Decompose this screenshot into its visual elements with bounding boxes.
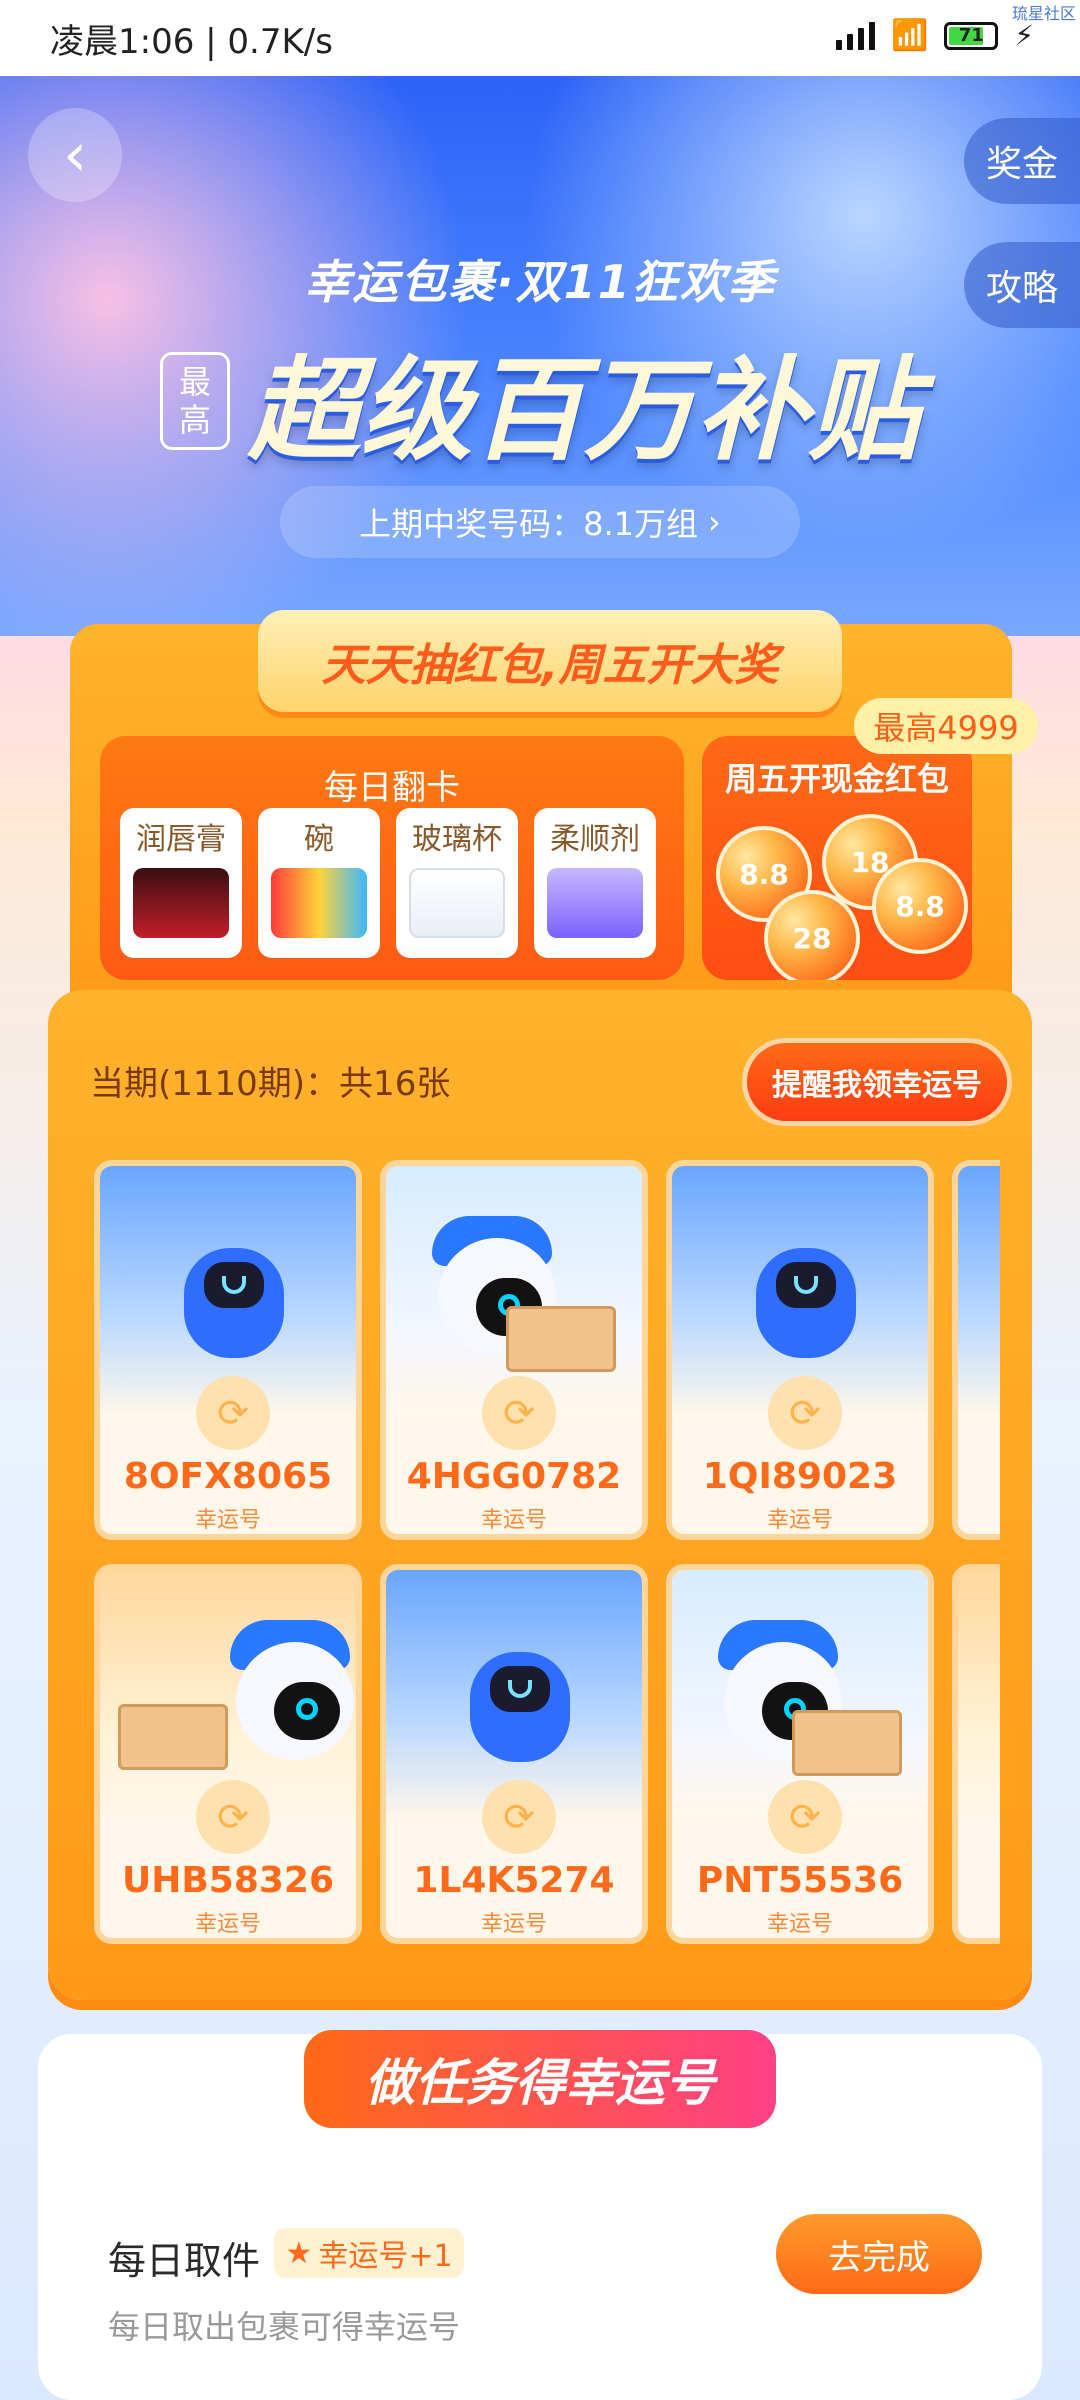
lucky-ticket[interactable]: ⟳ PNT55536 幸运号 — [666, 1564, 934, 1944]
last-period-pill[interactable]: 上期中奖号码：8.1万组 › — [280, 486, 800, 558]
max-badge: 最高4999 — [854, 698, 1038, 754]
remind-button-label: 提醒我领幸运号 — [772, 1068, 982, 1103]
last-period-text: 上期中奖号码：8.1万组 — [359, 505, 699, 543]
refresh-icon[interactable]: ⟳ — [482, 1376, 556, 1450]
battery-level: 71 — [958, 24, 984, 46]
task-reward-text: 幸运号+1 — [318, 2239, 453, 2274]
ticket-code: UHB58326 — [121, 1860, 335, 1901]
ticket-code: 1QI89023 — [702, 1456, 898, 1497]
daily-flip-card[interactable]: 每日翻卡 润唇膏 碗 玻璃杯 柔顺剂 — [100, 736, 684, 980]
promo-banner: 天天抽红包,周五开大奖 — [258, 610, 842, 712]
softener-bottle-image — [547, 868, 643, 938]
refresh-icon[interactable]: ⟳ — [196, 1376, 270, 1450]
lucky-ticket-peek[interactable] — [952, 1160, 1000, 1540]
signal-icon — [835, 21, 875, 50]
tab-bonus-label: 奖金 — [985, 144, 1058, 185]
package-box-icon — [118, 1704, 228, 1770]
ticket-code: 1L4K5274 — [413, 1860, 615, 1901]
friday-cash-card[interactable]: 周五开现金红包 8.8 18 28 8.8 — [702, 736, 972, 980]
lucky-ticket[interactable]: ⟳ UHB58326 幸运号 — [94, 1564, 362, 1944]
task-section-title: 做任务得幸运号 — [365, 2054, 715, 2112]
red-envelope-ball: 28 — [764, 890, 860, 980]
robot-blue-icon — [736, 1228, 876, 1368]
prize-card[interactable]: 玻璃杯 — [396, 808, 518, 958]
star-icon: ★ — [285, 2235, 313, 2271]
lucky-ticket[interactable]: ⟳ 4HGG0782 幸运号 — [380, 1160, 648, 1540]
ticket-label: 幸运号 — [766, 1912, 833, 1937]
red-envelope-ball: 8.8 — [872, 858, 968, 954]
package-box-icon — [506, 1306, 616, 1372]
glass-cup-image — [409, 868, 505, 938]
prize-label: 玻璃杯 — [412, 822, 502, 857]
refresh-icon[interactable]: ⟳ — [768, 1376, 842, 1450]
back-button[interactable]: ‹ — [28, 108, 122, 202]
hero-subtitle: 幸运包裹·双11狂欢季 — [304, 255, 776, 309]
hero-badge: 最 高 — [160, 352, 230, 450]
ticket-label: 幸运号 — [194, 1912, 261, 1937]
battery-icon: 71 — [944, 21, 999, 50]
ticket-label: 幸运号 — [480, 1912, 547, 1937]
chevron-right-icon: › — [708, 503, 721, 541]
lucky-ticket-peek[interactable] — [952, 1564, 1000, 1944]
ticket-label: 幸运号 — [766, 1508, 833, 1533]
ticket-art — [958, 1570, 1000, 1820]
promo-banner-title: 天天抽红包,周五开大奖 — [321, 640, 779, 691]
ticket-art — [958, 1166, 1000, 1416]
wifi-icon: 📶 — [890, 18, 929, 53]
chevron-left-icon: ‹ — [63, 120, 87, 190]
package-box-icon — [792, 1710, 902, 1776]
prize-card[interactable]: 柔顺剂 — [534, 808, 656, 958]
prize-card[interactable]: 润唇膏 — [120, 808, 242, 958]
friday-title: 周五开现金红包 — [724, 760, 949, 798]
task-section-banner: 做任务得幸运号 — [304, 2030, 776, 2128]
ball-value: 8.8 — [739, 857, 789, 891]
task-complete-button[interactable]: 去完成 — [776, 2214, 982, 2294]
ticket-label: 幸运号 — [194, 1508, 261, 1533]
hero-badge-line-1: 最 — [178, 363, 211, 401]
hero-title: 超级百万补贴 — [248, 346, 920, 476]
charging-icon: ⚡ — [1014, 19, 1034, 52]
status-time-speed: 凌晨1:06 | 0.7K/s — [50, 21, 333, 62]
daily-flip-title: 每日翻卡 — [324, 768, 460, 808]
refresh-icon[interactable]: ⟳ — [482, 1780, 556, 1854]
lucky-ticket[interactable]: ⟳ 8OFX8065 幸运号 — [94, 1160, 362, 1540]
ticket-code: 4HGG0782 — [406, 1456, 622, 1497]
hero-title-row: 最 高 超级百万补贴 — [160, 320, 920, 482]
ticket-label: 幸运号 — [480, 1508, 547, 1533]
robot-blue-icon — [164, 1228, 304, 1368]
ball-value: 8.8 — [895, 889, 945, 923]
remind-lucky-number-button[interactable]: 提醒我领幸运号 — [742, 1038, 1012, 1126]
task-reward-tag: ★ 幸运号+1 — [274, 2228, 464, 2278]
robot-blue-icon — [450, 1632, 590, 1772]
status-bar: 凌晨1:06 | 0.7K/s 琉星社区 📶 71 ⚡ — [0, 0, 1080, 76]
prize-label: 碗 — [304, 822, 334, 857]
prize-label: 润唇膏 — [136, 822, 226, 857]
task-title: 每日取件 — [108, 2239, 261, 2283]
tab-bonus[interactable]: 奖金 — [964, 118, 1080, 204]
snack-pack-image — [271, 868, 367, 938]
prize-label: 柔顺剂 — [550, 822, 640, 857]
status-icons: 📶 71 ⚡ — [835, 18, 1034, 53]
refresh-icon[interactable]: ⟳ — [768, 1780, 842, 1854]
prize-card[interactable]: 碗 — [258, 808, 380, 958]
lucky-ticket[interactable]: ⟳ 1L4K5274 幸运号 — [380, 1564, 648, 1944]
refresh-icon[interactable]: ⟳ — [196, 1780, 270, 1854]
drink-bottles-image — [133, 868, 229, 938]
hero-badge-line-2: 高 — [178, 401, 211, 439]
task-description: 每日取出包裹可得幸运号 — [108, 2308, 461, 2346]
task-complete-label: 去完成 — [828, 2237, 930, 2278]
ball-value: 28 — [792, 921, 832, 955]
max-badge-text: 最高4999 — [873, 709, 1019, 747]
robot-white-icon — [220, 1620, 356, 1770]
period-summary: 当期(1110期)：共16张 — [90, 1064, 451, 1104]
ticket-code: PNT55536 — [696, 1860, 904, 1901]
lucky-ticket[interactable]: ⟳ 1QI89023 幸运号 — [666, 1160, 934, 1540]
ticket-code: 8OFX8065 — [123, 1456, 333, 1497]
lucky-ticket-grid[interactable]: ⟳ 8OFX8065 幸运号 ⟳ 4HGG0782 幸运号 ⟳ 1QI89023… — [64, 1140, 1000, 1960]
